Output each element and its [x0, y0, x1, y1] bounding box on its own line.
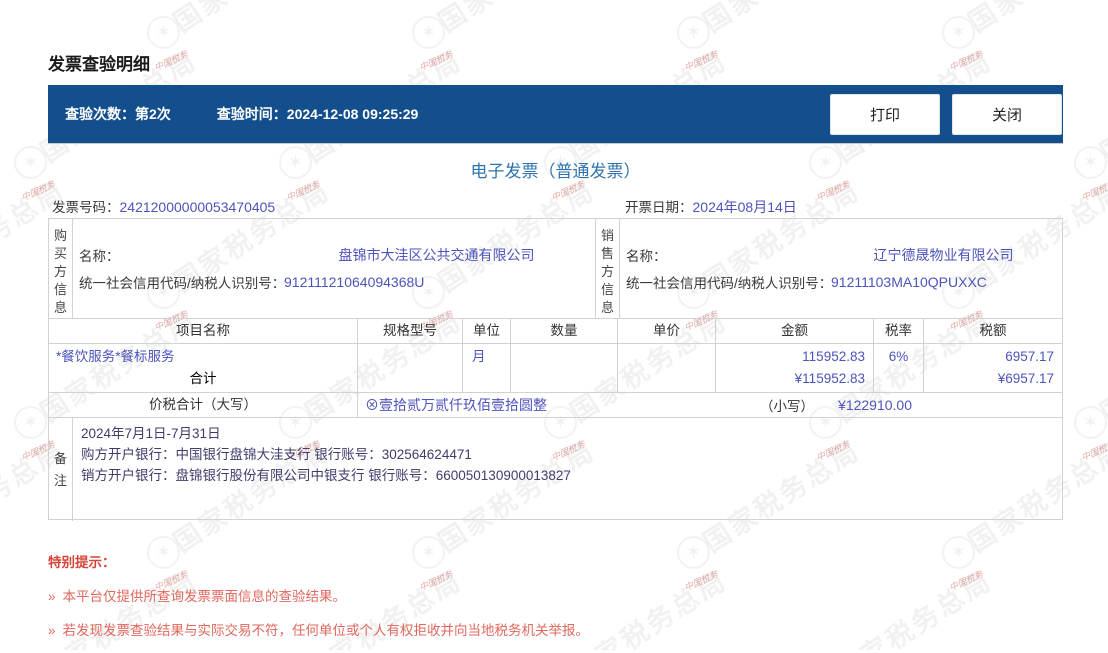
unit-spacer [463, 369, 510, 392]
remark-content: 2024年7月1日-7月31日 购方开户银行：中国银行盘锦大洼支行 银行账号：3… [73, 418, 1062, 521]
check-count-label: 查验次数： [65, 106, 135, 122]
seller-info: 名称： 辽宁德晟物业有限公司 统一社会信用代码/纳税人识别号： 91211103… [620, 219, 1062, 318]
subtotal-label: 合计 [49, 369, 357, 392]
item-quantity [511, 344, 617, 368]
invoice-table: 购买方信息 名称： 盘锦市大洼区公共交通有限公司 统一社会信用代码/纳税人识别号… [48, 218, 1063, 520]
invoice-number-label: 发票号码： [52, 200, 120, 215]
seller-name-label: 名称： [626, 245, 831, 265]
notice-item: » 本平台仅提供所查询发票票面信息的查验结果。 [48, 585, 1063, 605]
qty-spacer [511, 368, 617, 392]
remark-row: 备注 2024年7月1日-7月31日 购方开户银行：中国银行盘锦大洼支行 银行账… [49, 418, 1062, 521]
item-name: *餐饮服务*餐标服务 [49, 344, 357, 369]
check-count: 查验次数：第2次 [65, 104, 171, 124]
header-unit: 单位 [463, 319, 511, 343]
item-amount-col: 115952.83 ¥115952.83 [716, 344, 874, 392]
item-unit-price [618, 344, 715, 368]
invoice-date-value: 2024年08月14日 [693, 199, 797, 215]
invoice-meta-row: 发票号码：24212000000053470405 开票日期：2024年08月1… [48, 196, 1063, 216]
check-time: 查验时间：2024-12-08 09:25:29 [217, 104, 419, 124]
buyer-taxid-label: 统一社会信用代码/纳税人识别号： [79, 272, 284, 292]
buyer-name-value: 盘锦市大洼区公共交通有限公司 [284, 245, 589, 265]
item-unit-col: 月 [463, 344, 511, 392]
page-title: 发票查验明细 [48, 50, 150, 75]
invoice-date-label: 开票日期： [625, 200, 693, 215]
grand-total-row: 价税合计（大写） ⊗壹拾贰万贰仟玖佰壹拾圆整 （小写） ¥122910.00 [49, 393, 1062, 418]
check-count-value: 第2次 [135, 106, 171, 122]
item-name-col: *餐饮服务*餐标服务 合计 [49, 344, 358, 392]
header-unit-price: 单价 [618, 319, 716, 343]
invoice-type-title: 电子发票（普通发票） [48, 157, 1063, 182]
buyer-name-label: 名称： [79, 245, 284, 265]
seller-taxid-line: 统一社会信用代码/纳税人识别号： 91211103MA10QPUXXC [626, 272, 1056, 292]
header-quantity: 数量 [511, 319, 618, 343]
rate-spacer [874, 369, 923, 392]
grand-total-lowercase-label: （小写） [760, 395, 814, 415]
notice-item-text: 本平台仅提供所查询发票票面信息的查验结果。 [63, 589, 347, 604]
check-time-label: 查验时间： [217, 106, 287, 122]
parties-row: 购买方信息 名称： 盘锦市大洼区公共交通有限公司 统一社会信用代码/纳税人识别号… [49, 219, 1062, 319]
header-tax: 税额 [924, 319, 1062, 343]
notice-item: » 若发现发票查验结果与实际交易不符，任何单位或个人有权拒收并向当地税务机关举报。 [48, 619, 1063, 639]
notice-bullet-icon: » [48, 623, 56, 638]
item-rate-col: 6% [874, 344, 924, 392]
notice-item-text: 若发现发票查验结果与实际交易不符，任何单位或个人有权拒收并向当地税务机关举报。 [63, 623, 590, 638]
buyer-info: 名称： 盘锦市大洼区公共交通有限公司 统一社会信用代码/纳税人识别号： 9121… [73, 219, 596, 318]
subtotal-amount: ¥115952.83 [716, 369, 873, 392]
price-spacer [618, 368, 715, 392]
header-spec: 规格型号 [358, 319, 463, 343]
check-time-value: 2024-12-08 09:25:29 [287, 106, 419, 122]
remark-line: 2024年7月1日-7月31日 [81, 423, 1054, 444]
item-qty-col [511, 344, 618, 392]
buyer-panel-label: 购买方信息 [49, 219, 73, 318]
remark-line: 销方开户银行：盘锦银行股份有限公司中银支行 银行账号：6600501309000… [81, 465, 1054, 486]
grand-total-uppercase: ⊗壹拾贰万贰仟玖佰壹拾圆整 [365, 395, 547, 415]
item-tax-col: 6957.17 ¥6957.17 [924, 344, 1062, 392]
subtotal-tax: ¥6957.17 [924, 369, 1062, 392]
grand-total-label: 价税合计（大写） [49, 393, 358, 417]
item-price-col [618, 344, 716, 392]
items-row: *餐饮服务*餐标服务 合计 月 115952.83 ¥115952.8 [49, 344, 1062, 393]
item-tax: 6957.17 [924, 344, 1062, 369]
spec-spacer [358, 368, 462, 392]
seller-name-line: 名称： 辽宁德晟物业有限公司 [626, 245, 1056, 265]
seller-panel-label: 销售方信息 [596, 219, 620, 318]
items-header-row: 项目名称 规格型号 单位 数量 单价 金额 税率 税额 [49, 319, 1062, 344]
item-spec [358, 344, 462, 368]
buyer-name-line: 名称： 盘锦市大洼区公共交通有限公司 [79, 245, 589, 265]
special-notice: 特别提示： » 本平台仅提供所查询发票票面信息的查验结果。 » 若发现发票查验结果与… [48, 551, 1063, 653]
buyer-taxid-value: 91211121064094368U [284, 274, 589, 290]
toolbar: 查验次数：第2次 查验时间：2024-12-08 09:25:29 打印 关闭 [48, 85, 1063, 143]
header-item-name: 项目名称 [49, 319, 358, 343]
header-amount: 金额 [716, 319, 874, 343]
item-tax-rate: 6% [874, 344, 923, 369]
seller-taxid-label: 统一社会信用代码/纳税人识别号： [626, 272, 831, 292]
toolbar-buttons: 打印 关闭 [830, 94, 1062, 135]
item-spec-col [358, 344, 463, 392]
grand-total-content: ⊗壹拾贰万贰仟玖佰壹拾圆整 （小写） ¥122910.00 [358, 395, 1062, 415]
buyer-taxid-line: 统一社会信用代码/纳税人识别号： 91211121064094368U [79, 272, 589, 292]
print-button[interactable]: 打印 [830, 94, 940, 135]
notice-bullet-icon: » [48, 589, 56, 604]
invoice-date: 开票日期：2024年08月14日 [625, 196, 797, 217]
invoice-number: 发票号码：24212000000053470405 [52, 196, 275, 216]
notice-title: 特别提示： [48, 551, 1063, 571]
seller-taxid-value: 91211103MA10QPUXXC [831, 274, 1056, 290]
invoice-number-value: 24212000000053470405 [120, 199, 276, 215]
remark-line: 购方开户银行：中国银行盘锦大洼支行 银行账号：302564624471 [81, 444, 1054, 465]
header-tax-rate: 税率 [874, 319, 924, 343]
item-unit: 月 [463, 344, 510, 369]
remark-panel-label: 备注 [49, 418, 73, 521]
item-amount: 115952.83 [716, 344, 873, 369]
grand-total-amount: ¥122910.00 [838, 397, 912, 413]
seller-name-value: 辽宁德晟物业有限公司 [831, 245, 1056, 265]
close-button[interactable]: 关闭 [952, 94, 1062, 135]
